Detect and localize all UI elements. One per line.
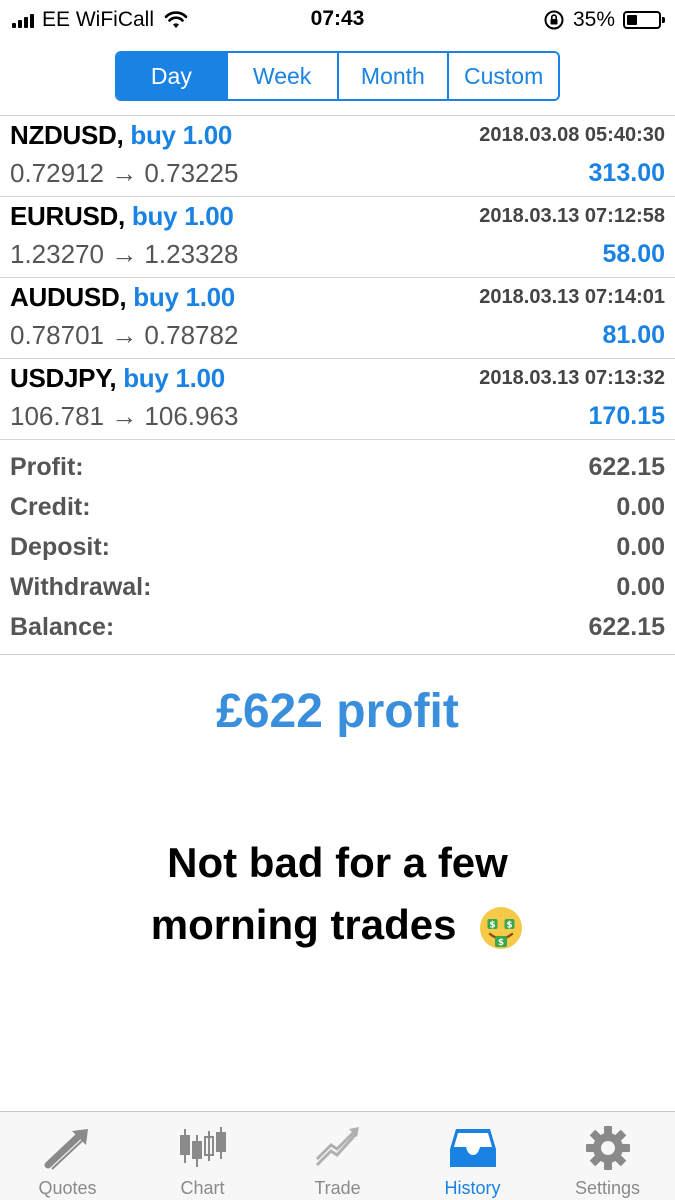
trade-time: 2018.03.13 07:13:32 [479,367,665,389]
trade-side: buy 1.00 [133,282,235,312]
trade-side: buy 1.00 [123,363,225,393]
status-right: 35% [543,8,665,32]
caption-line-2-wrap: morning trades $ $ $ [0,894,675,956]
trade-symbol: NZDUSD, [10,120,124,150]
summary-value: 0.00 [616,533,665,561]
account-summary: Profit: 622.15 Credit: 0.00 Deposit: 0.0… [0,448,675,655]
trade-symbol: USDJPY, [10,363,117,393]
tab-settings[interactable]: Settings [540,1112,675,1200]
trade-time: 2018.03.13 07:12:58 [479,205,665,227]
summary-value: 0.00 [616,493,665,521]
tab-label: Settings [574,1178,641,1198]
quotes-arrow-icon [41,1124,95,1172]
trade-profit: 170.15 [588,402,665,430]
trade-row[interactable]: NZDUSD, buy 1.00 2018.03.08 05:40:30 0.7… [0,116,675,197]
summary-label: Profit: [10,453,84,481]
caption-line-1: Not bad for a few [167,839,508,886]
candlestick-icon [176,1124,230,1172]
tab-bar: Quotes Chart Trade History Settings [0,1111,675,1200]
summary-row-deposit: Deposit: 0.00 [0,528,675,568]
summary-row-profit: Profit: 622.15 [0,448,675,488]
tab-label: Trade [314,1178,361,1198]
gear-icon [581,1124,635,1172]
trade-symbol-line: USDJPY, buy 1.00 [10,363,225,394]
period-segmented-control: Day Week Month Custom [115,51,560,101]
summary-value: 622.15 [588,613,665,641]
trade-profit: 81.00 [602,321,665,349]
tab-history[interactable]: History [405,1112,540,1200]
trade-prices: 1.23270 → 1.23328 [10,239,239,269]
trade-side: buy 1.00 [131,201,234,231]
tab-chart[interactable]: Chart [135,1112,270,1200]
profit-caption: £622 profit [216,685,459,738]
rotation-lock-icon [544,10,564,30]
money-mouth-face-icon: $ $ $ [480,906,523,949]
trade-symbol: AUDUSD, [10,282,127,312]
trade-prices: 106.781 → 106.963 [10,401,239,431]
tab-label: Chart [180,1178,225,1198]
trade-history-list: NZDUSD, buy 1.00 2018.03.08 05:40:30 0.7… [0,116,675,440]
svg-text:$: $ [507,920,513,930]
tab-quotes[interactable]: Quotes [0,1112,135,1200]
summary-row-balance: Balance: 622.15 [0,608,675,648]
summary-row-withdrawal: Withdrawal: 0.00 [0,568,675,608]
summary-label: Balance: [10,613,115,641]
trade-time: 2018.03.08 05:40:30 [479,124,665,146]
caption-text: Not bad for a few morning trades $ $ $ [0,832,675,956]
trade-row[interactable]: USDJPY, buy 1.00 2018.03.13 07:13:32 106… [0,359,675,440]
trade-symbol-line: NZDUSD, buy 1.00 [10,120,232,151]
trade-symbol-line: AUDUSD, buy 1.00 [10,282,235,313]
segment-month[interactable]: Month [338,53,450,99]
summary-value: 0.00 [616,573,665,601]
tab-trade[interactable]: Trade [270,1112,405,1200]
summary-label: Deposit: [10,533,110,561]
trade-profit: 58.00 [602,240,665,268]
trade-side: buy 1.00 [130,120,233,150]
trade-time: 2018.03.13 07:14:01 [479,286,665,308]
segment-day[interactable]: Day [117,53,228,99]
summary-label: Withdrawal: [10,573,152,601]
battery-icon [623,11,665,29]
trade-trend-icon [311,1124,365,1172]
summary-value: 622.15 [588,453,665,481]
svg-text:$: $ [490,920,496,930]
battery-percent: 35% [572,8,615,31]
summary-label: Credit: [10,493,91,521]
trade-symbol: EURUSD, [10,201,125,231]
summary-row-credit: Credit: 0.00 [0,488,675,528]
trade-row[interactable]: AUDUSD, buy 1.00 2018.03.13 07:14:01 0.7… [0,278,675,359]
svg-text:$: $ [498,938,504,948]
inbox-tray-icon [446,1124,500,1172]
trade-prices: 0.78701 → 0.78782 [10,320,239,350]
trade-symbol-line: EURUSD, buy 1.00 [10,201,234,232]
status-bar: EE WiFiCall 07:43 35% [0,0,675,40]
trade-prices: 0.72912 → 0.73225 [10,158,239,188]
trade-row[interactable]: EURUSD, buy 1.00 2018.03.13 07:12:58 1.2… [0,197,675,278]
segment-week[interactable]: Week [227,53,339,99]
tab-label: History [444,1178,501,1198]
trade-profit: 313.00 [588,159,665,187]
segment-custom[interactable]: Custom [449,53,558,99]
caption-line-2: morning trades [150,901,457,948]
tab-label: Quotes [38,1178,97,1198]
